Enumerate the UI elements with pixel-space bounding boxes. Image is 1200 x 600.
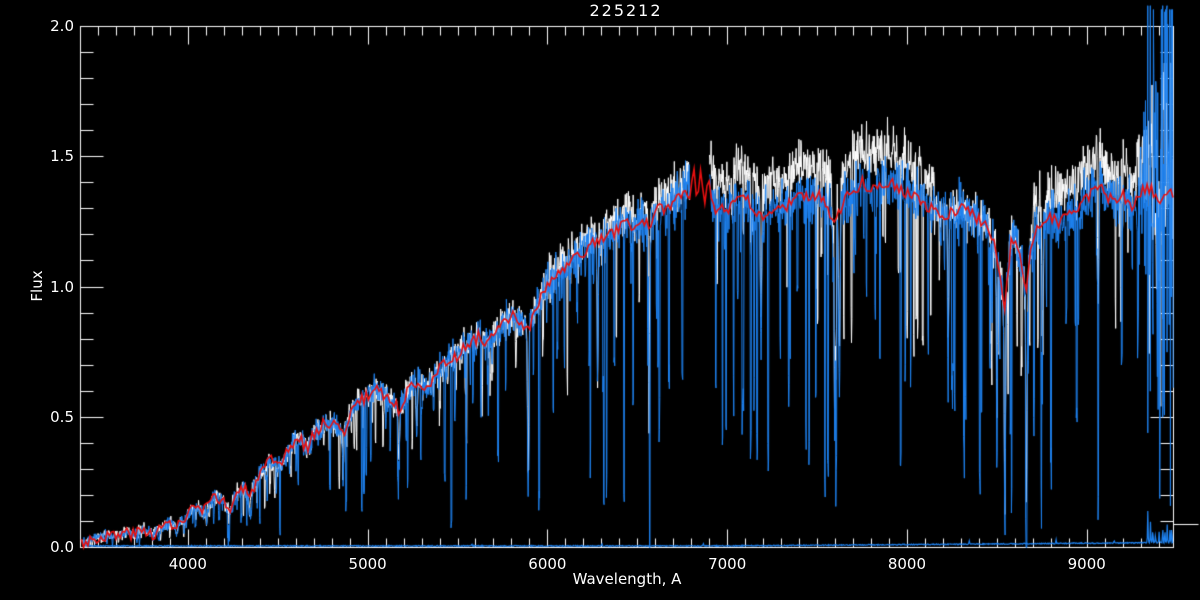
plot-title: 225212 — [589, 1, 663, 20]
y-tick-label: 0.5 — [50, 407, 74, 426]
spectrum-canvas — [0, 0, 1200, 600]
spectrum-plot-page: { "chart_data": { "type": "line", "title… — [0, 0, 1200, 600]
y-tick-label: 0.0 — [50, 538, 74, 556]
x-axis-label: Wavelength, A — [572, 570, 682, 588]
x-tick-label: 9000 — [1067, 555, 1106, 573]
x-tick-label: 4000 — [168, 555, 207, 573]
y-tick-label: 1.5 — [50, 147, 74, 166]
x-tick-label: 7000 — [708, 555, 747, 573]
x-tick-label: 8000 — [887, 555, 927, 573]
x-tick-label: 6000 — [528, 555, 567, 573]
x-tick-label: 5000 — [348, 555, 387, 573]
y-tick-label: 1.0 — [50, 277, 74, 296]
y-tick-label: 2.0 — [50, 17, 74, 35]
